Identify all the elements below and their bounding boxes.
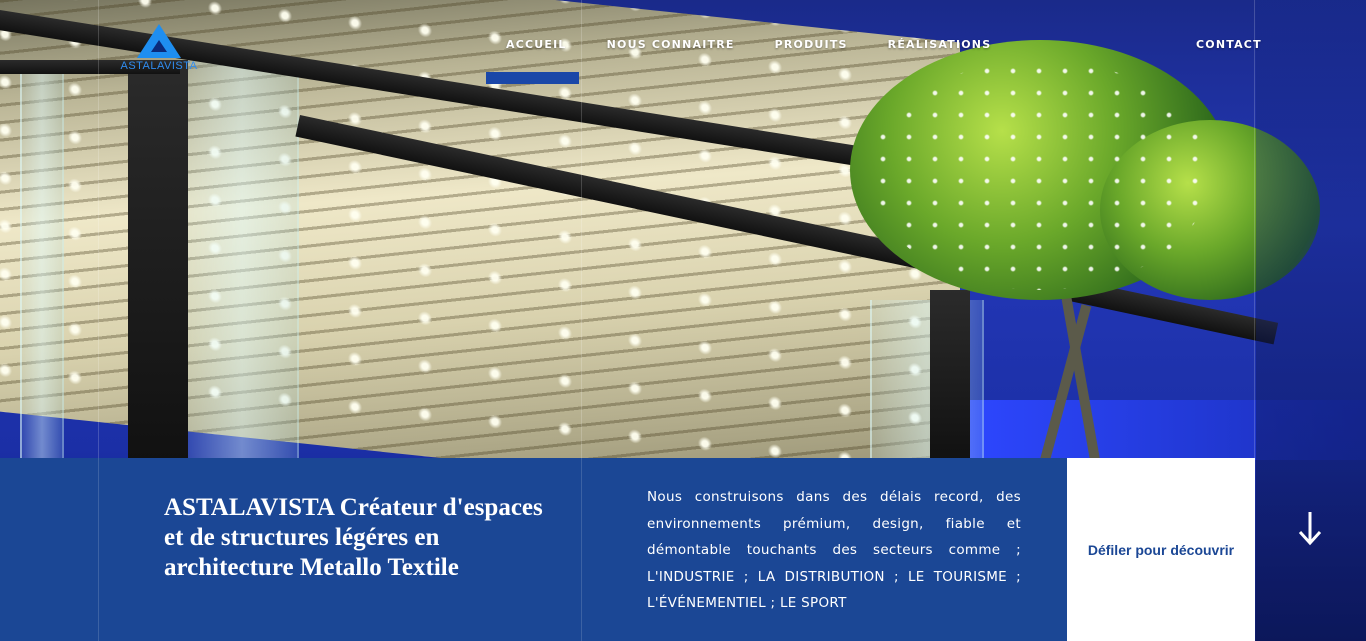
- glass-panel: [20, 60, 64, 460]
- nav-item-nous-connaitre[interactable]: NOUS CONNAITRE: [607, 38, 735, 51]
- active-nav-indicator: [486, 72, 579, 84]
- grid-line: [98, 458, 99, 641]
- nav-item-realisations[interactable]: RÉALISATIONS: [888, 38, 992, 51]
- steel-post: [930, 290, 970, 460]
- main-nav: ACCUEIL NOUS CONNAITRE PRODUITS RÉALISAT…: [506, 38, 991, 51]
- logo-triangle-icon: [137, 24, 181, 58]
- logo-text: ASTALAVISTA: [120, 60, 198, 72]
- arrow-down-icon[interactable]: [1296, 510, 1324, 546]
- nav-item-accueil[interactable]: ACCUEIL: [506, 38, 567, 51]
- hero-headline: ASTALAVISTA Créateur d'espaces et de str…: [164, 494, 543, 581]
- scroll-label: Défiler pour découvrir: [1087, 541, 1235, 558]
- brand-logo[interactable]: ASTALAVISTA: [116, 24, 202, 76]
- nav-item-contact[interactable]: CONTACT: [1196, 38, 1262, 51]
- scroll-to-discover-button[interactable]: Défiler pour découvrir: [1067, 458, 1255, 641]
- glass-panel: [185, 60, 299, 460]
- grid-line: [581, 458, 582, 641]
- tree-lights: [870, 60, 1210, 290]
- intro-band: ASTALAVISTA Créateur d'espaces et de str…: [0, 458, 1067, 641]
- hero-description: Nous construisons dans des délais record…: [647, 489, 1021, 611]
- nav-item-produits[interactable]: PRODUITS: [775, 38, 848, 51]
- steel-post: [128, 60, 188, 460]
